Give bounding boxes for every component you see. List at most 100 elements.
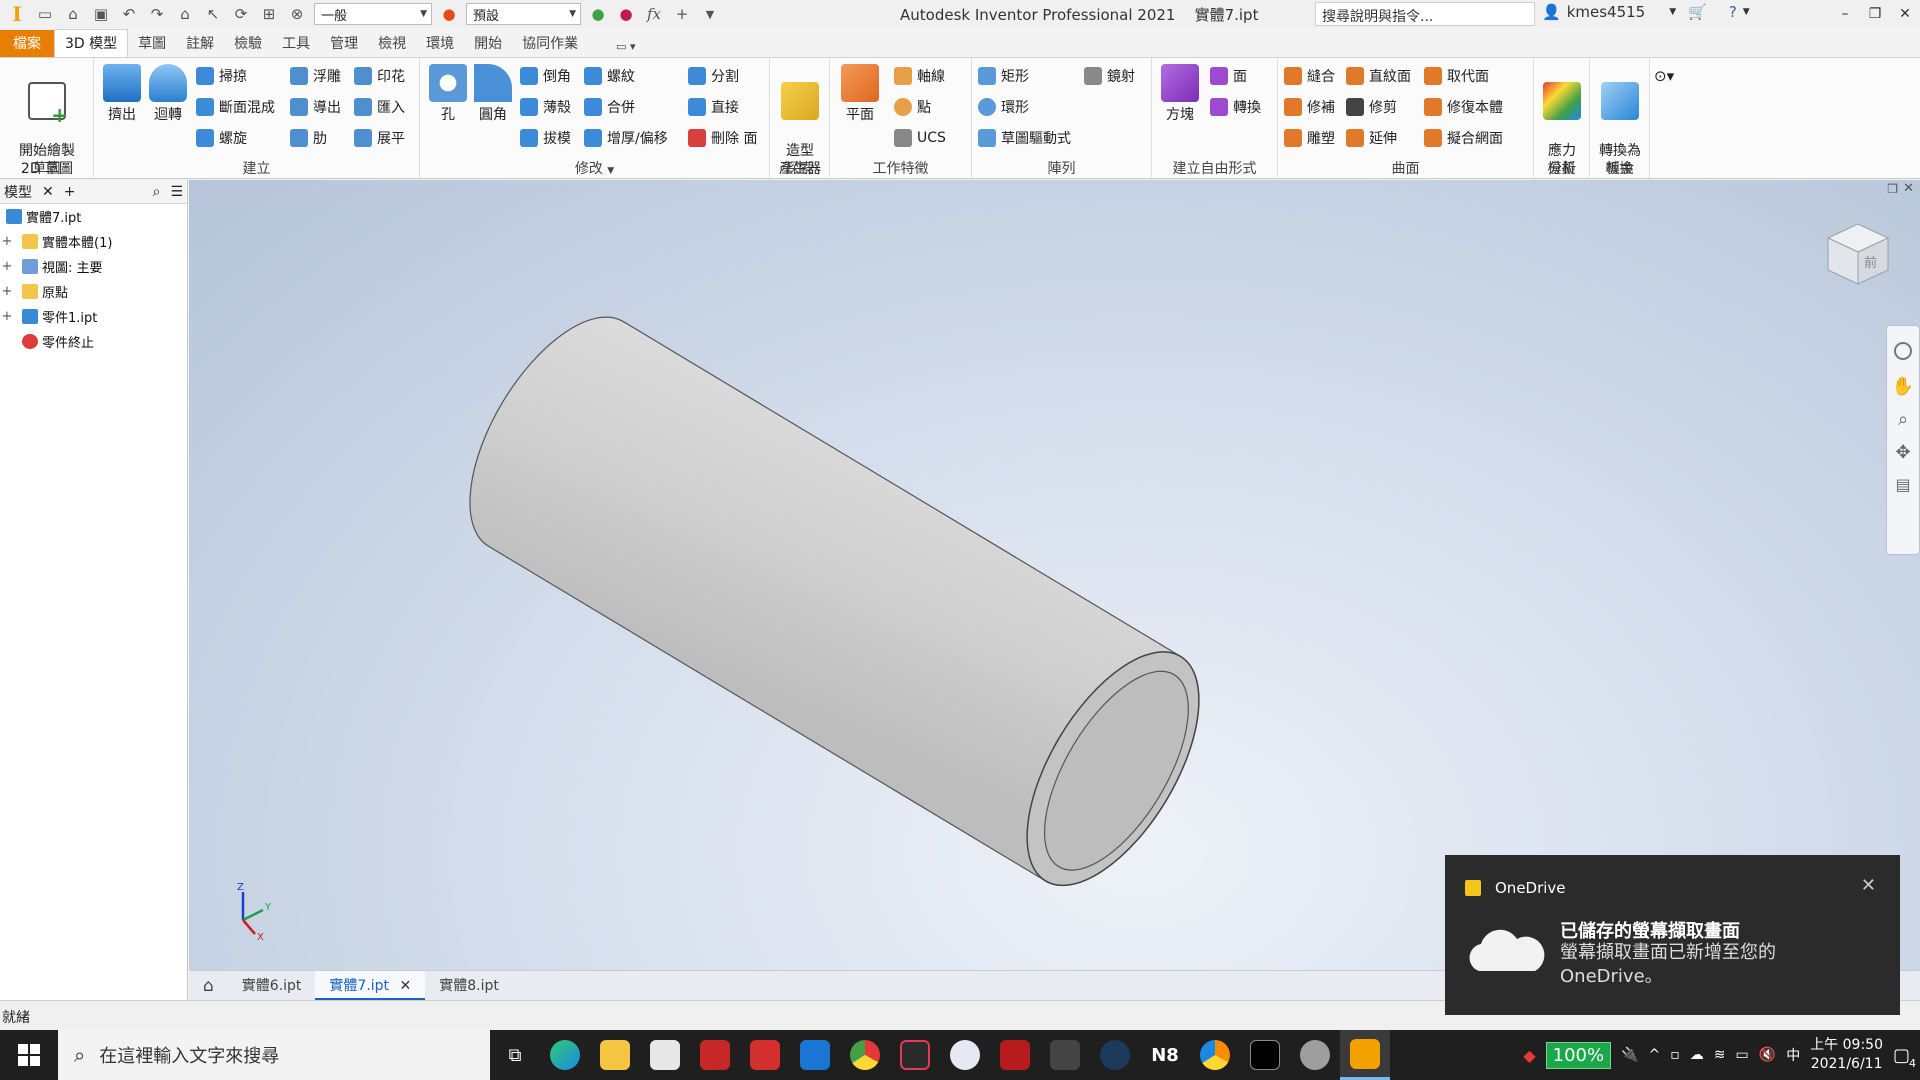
extrude-button[interactable]: 擠出 bbox=[100, 64, 144, 124]
point-button[interactable]: 點 bbox=[894, 96, 931, 118]
inventor-taskbar-icon[interactable] bbox=[1340, 1030, 1390, 1080]
tree-item-solid-bodies[interactable]: + 實體本體(1) bbox=[0, 229, 187, 254]
new-file-icon[interactable]: ▭ bbox=[34, 3, 56, 25]
draft-button[interactable]: 拔模 bbox=[520, 127, 571, 149]
revolve-button[interactable]: 迴轉 bbox=[146, 64, 190, 124]
app-game-icon[interactable] bbox=[1040, 1030, 1090, 1080]
patch-button[interactable]: 修補 bbox=[1284, 96, 1335, 118]
notification-close-icon[interactable]: ✕ bbox=[1861, 875, 1876, 896]
restore-icon[interactable]: ❐ bbox=[1860, 0, 1890, 28]
start-button[interactable] bbox=[0, 1030, 58, 1080]
axis-button[interactable]: 軸線 bbox=[894, 65, 945, 87]
mcafee-icon[interactable] bbox=[740, 1030, 790, 1080]
clock[interactable]: 上午 09:50 2021/6/11 bbox=[1810, 1036, 1883, 1074]
help-icon[interactable]: ? bbox=[1729, 3, 1737, 21]
task-view-icon[interactable]: ⧉ bbox=[490, 1030, 540, 1080]
full-navigation-wheel-icon[interactable] bbox=[1894, 342, 1912, 360]
steam-icon[interactable] bbox=[1090, 1030, 1140, 1080]
open-file-icon[interactable]: ⌂ bbox=[62, 3, 84, 25]
thicken-button[interactable]: 增厚/偏移 bbox=[584, 127, 668, 149]
doc-tab-close-icon[interactable]: ✕ bbox=[400, 978, 412, 994]
globe-app-icon[interactable] bbox=[1290, 1030, 1340, 1080]
save-icon[interactable]: ▣ bbox=[90, 3, 112, 25]
app-red-g-icon[interactable] bbox=[990, 1030, 1040, 1080]
tab-environments[interactable]: 環境 bbox=[416, 30, 464, 57]
tab-get-started[interactable]: 開始 bbox=[464, 30, 512, 57]
appearance-ball-icon[interactable]: ● bbox=[438, 3, 460, 25]
box-button[interactable]: 方塊 bbox=[1158, 64, 1202, 124]
update-icon[interactable]: ⟳ bbox=[230, 3, 252, 25]
appearance-combo[interactable]: 一般 ▼ bbox=[314, 3, 432, 25]
derive-button[interactable]: 導出 bbox=[290, 96, 341, 118]
plus-icon[interactable]: + bbox=[671, 3, 693, 25]
delete-face-button[interactable]: 刪除 面 bbox=[688, 127, 757, 149]
chamfer-button[interactable]: 倒角 bbox=[520, 65, 571, 87]
coil-button[interactable]: 螺旋 bbox=[196, 127, 247, 149]
tree-expand-toggle[interactable]: + bbox=[0, 309, 14, 324]
emboss-button[interactable]: 浮雕 bbox=[290, 65, 341, 87]
material-combo[interactable]: 預設 ▼ bbox=[466, 3, 581, 25]
wifi-icon[interactable]: ≋ bbox=[1714, 1047, 1726, 1063]
mirror-button[interactable]: 鏡射 bbox=[1084, 65, 1135, 87]
tray-device-icon[interactable]: ▫ bbox=[1670, 1047, 1680, 1063]
parameters-fx-icon[interactable]: fx bbox=[643, 3, 665, 25]
close-document-icon[interactable]: ⊗ bbox=[286, 3, 308, 25]
extend-button[interactable]: 延伸 bbox=[1346, 127, 1397, 149]
store-icon[interactable] bbox=[640, 1030, 690, 1080]
graphics-viewport[interactable]: 前 ✋ ⌕ ✥ ▤ ❐ ✕ Z Y X bbox=[189, 180, 1920, 970]
onedrive-tray-icon[interactable]: ☁ bbox=[1690, 1047, 1704, 1063]
trim-button[interactable]: 修剪 bbox=[1346, 96, 1397, 118]
help-search-input[interactable]: 搜尋說明與指令... bbox=[1315, 2, 1535, 26]
tab-annotate[interactable]: 註解 bbox=[176, 30, 224, 57]
combine-button[interactable]: 合併 bbox=[584, 96, 635, 118]
fillet-button[interactable]: 圓角 bbox=[470, 64, 516, 124]
doc-tab[interactable]: 實體6.ipt bbox=[228, 971, 316, 1001]
freeform-convert-button[interactable]: 轉換 bbox=[1210, 96, 1261, 118]
doc-tab[interactable]: 實體8.ipt bbox=[425, 971, 513, 1001]
inventor-logo-icon[interactable]: I bbox=[6, 2, 28, 26]
ruled-surface-button[interactable]: 直紋面 bbox=[1346, 65, 1411, 87]
taskbar-search-box[interactable]: ⌕ 在這裡輸入文字來搜尋 bbox=[58, 1030, 490, 1080]
power-plug-icon[interactable]: 🔌 bbox=[1621, 1047, 1638, 1063]
shell-button[interactable]: 薄殼 bbox=[520, 96, 571, 118]
split-button[interactable]: 分割 bbox=[688, 65, 739, 87]
fit-mesh-face-button[interactable]: 擬合網面 bbox=[1424, 127, 1503, 149]
select-icon[interactable]: ↖ bbox=[202, 3, 224, 25]
notification-center-icon[interactable]: ▢ 4 bbox=[1893, 1045, 1916, 1070]
browser-menu-icon[interactable]: ☰ bbox=[170, 184, 183, 200]
browser-add-icon[interactable]: + bbox=[64, 184, 76, 200]
ime-indicator[interactable]: 中 bbox=[1786, 1045, 1800, 1065]
user-area[interactable]: 👤 kmes4515 ▼ 🛒 ? ▼ bbox=[1542, 3, 1750, 21]
ribbon-options-icon[interactable]: ▭ ▾ bbox=[606, 37, 645, 57]
sculpt-button[interactable]: 雕塑 bbox=[1284, 127, 1335, 149]
tree-item-part[interactable]: 實體7.ipt bbox=[0, 204, 187, 229]
browser-close-icon[interactable]: ✕ bbox=[42, 184, 54, 200]
unfold-button[interactable]: 展平 bbox=[354, 127, 405, 149]
battery-indicator[interactable]: 100% bbox=[1545, 1041, 1612, 1069]
sketch-driven-pattern-button[interactable]: 草圖驅動式 bbox=[978, 127, 1071, 149]
look-at-icon[interactable]: ▤ bbox=[1887, 475, 1919, 494]
orbit-icon[interactable]: ✥ bbox=[1887, 442, 1919, 463]
chrome-dev-icon[interactable] bbox=[1190, 1030, 1240, 1080]
undo-icon[interactable]: ↶ bbox=[118, 3, 140, 25]
hole-button[interactable]: 孔 bbox=[426, 64, 470, 124]
tree-item-origin[interactable]: + 原點 bbox=[0, 279, 187, 304]
n8-app-icon[interactable]: N8 bbox=[1140, 1030, 1190, 1080]
ucs-button[interactable]: UCS bbox=[894, 127, 946, 149]
minimize-icon[interactable]: – bbox=[1830, 0, 1860, 28]
app-dark-icon[interactable] bbox=[890, 1030, 940, 1080]
sweep-button[interactable]: 掃掠 bbox=[196, 65, 247, 87]
circular-pattern-button[interactable]: 環形 bbox=[978, 96, 1029, 118]
direct-button[interactable]: 直接 bbox=[688, 96, 739, 118]
replace-face-button[interactable]: 取代面 bbox=[1424, 65, 1489, 87]
tab-3d-model[interactable]: 3D 模型 bbox=[54, 29, 129, 57]
app-red-shield-icon[interactable] bbox=[690, 1030, 740, 1080]
rib-button[interactable]: 肋 bbox=[290, 127, 327, 149]
measure-icon[interactable]: ⊞ bbox=[258, 3, 280, 25]
tree-item-end-of-part[interactable]: 零件終止 bbox=[0, 329, 187, 354]
tree-expand-toggle[interactable]: + bbox=[0, 284, 14, 299]
tab-sketch[interactable]: 草圖 bbox=[128, 30, 176, 57]
edge-icon[interactable] bbox=[540, 1030, 590, 1080]
close-window-icon[interactable]: ✕ bbox=[1890, 0, 1920, 28]
tray-app-icon[interactable]: ◆ bbox=[1523, 1046, 1535, 1065]
